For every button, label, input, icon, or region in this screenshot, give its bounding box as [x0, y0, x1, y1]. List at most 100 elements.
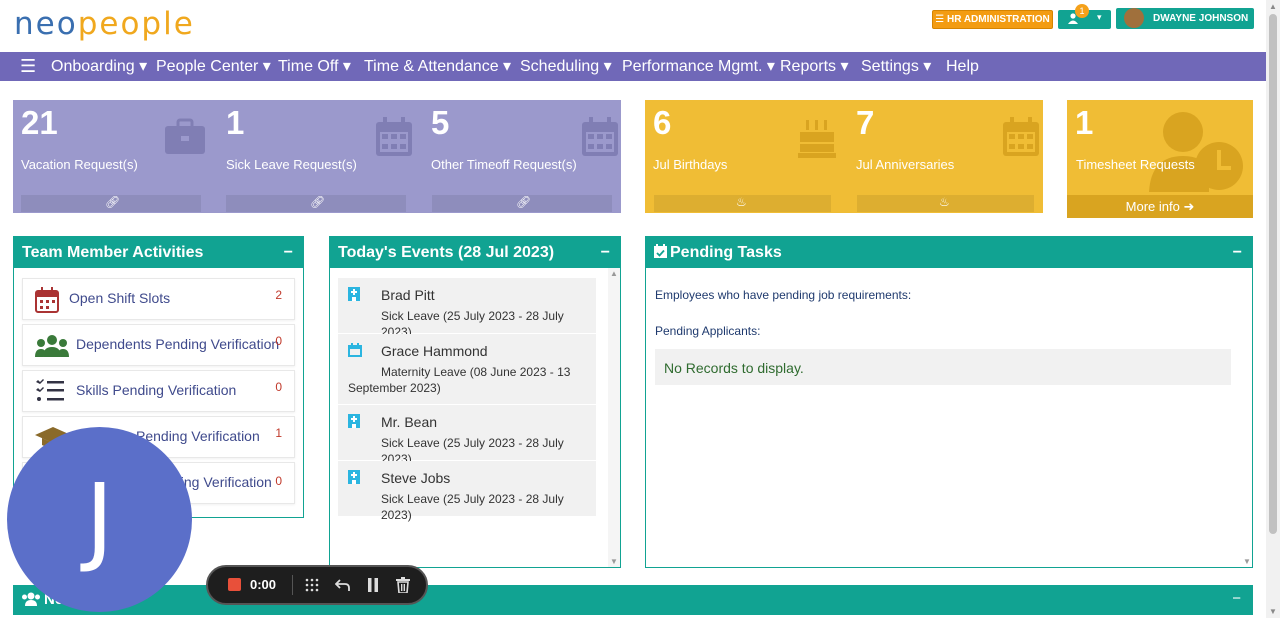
event-name: Steve Jobs — [381, 470, 451, 486]
collapse-button[interactable]: − — [1233, 237, 1242, 268]
activity-count: 1 — [275, 426, 282, 440]
birthday-cake-icon — [797, 116, 837, 165]
divider — [292, 575, 293, 595]
calendar-icon — [580, 116, 620, 163]
sick-leave-stat[interactable]: 1 Sick Leave Request(s) 🔗︎ — [218, 100, 418, 213]
pending-job-requirements-label: Employees who have pending job requireme… — [655, 288, 912, 302]
event-item[interactable]: Grace Hammond Maternity Leave (08 June 2… — [338, 334, 596, 405]
sick-link-bar[interactable]: 🔗︎ — [226, 195, 406, 212]
grid-dots-icon[interactable] — [305, 578, 319, 597]
anniversaries-stat[interactable]: 7 Jul Anniversaries ♨ — [848, 100, 1043, 213]
anniversaries-bar[interactable]: ♨ — [857, 195, 1034, 212]
nav-reports[interactable]: Reports ▾ — [780, 52, 849, 81]
event-item[interactable]: Mr. Bean Sick Leave (25 July 2023 - 28 J… — [338, 405, 596, 466]
pending-tasks-panel: Pending Tasks − Employees who have pendi… — [645, 236, 1253, 568]
pause-icon[interactable] — [367, 578, 379, 597]
activity-label: Dependents Pending Verification — [76, 336, 280, 352]
collapse-button[interactable]: − — [601, 237, 610, 268]
panel-header: Team Member Activities − — [14, 237, 303, 268]
link-icon: 🔗︎ — [310, 195, 326, 209]
sick-count: 1 — [226, 104, 245, 141]
event-detail: Sick Leave (25 July 2023 - 28 July 2023) — [381, 492, 564, 522]
event-detail-cont: September 2023) — [348, 381, 441, 395]
event-item[interactable]: Steve Jobs Sick Leave (25 July 2023 - 28… — [338, 461, 596, 522]
todays-events-panel: Today's Events (28 Jul 2023) − ▲ ▼ Brad P… — [329, 236, 621, 568]
activity-label: ding Verification — [173, 474, 272, 490]
vacation-stat[interactable]: 21 Vacation Request(s) 🔗︎ — [13, 100, 213, 213]
no-records-message: No Records to display. — [655, 349, 1231, 385]
timesheet-count: 1 — [1075, 104, 1094, 141]
users-icon — [21, 592, 41, 611]
event-name: Brad Pitt — [381, 287, 435, 303]
brand-logo[interactable]: neopeople — [14, 6, 195, 42]
nav-time-attendance[interactable]: Time & Attendance ▾ — [364, 52, 511, 81]
nav-people-center[interactable]: People Center ▾ — [156, 52, 271, 81]
scroll-up-arrow-icon: ▲ — [1269, 2, 1277, 11]
sick-label: Sick Leave Request(s) — [226, 157, 357, 172]
notification-badge: 1 — [1075, 4, 1089, 18]
activity-label: Pending Verification — [136, 428, 260, 444]
scrollbar-thumb[interactable] — [1269, 14, 1277, 534]
more-info-link[interactable]: More info ➜ — [1067, 195, 1253, 218]
birthdays-bar[interactable]: ♨ — [654, 195, 831, 212]
top-header: neopeople ☰ HR ADMINISTRATION 1 ▾ DWAYNE… — [0, 0, 1266, 52]
collapse-button[interactable]: − — [1232, 590, 1241, 607]
calendar-icon — [348, 343, 362, 357]
pending-scrollbar[interactable]: ▼ — [1242, 268, 1252, 567]
other-timeoff-stat[interactable]: 5 Other Timeoff Request(s) 🔗︎ — [423, 100, 621, 213]
trash-icon[interactable] — [396, 577, 410, 598]
celebrations-card: 6 Jul Birthdays ♨ 7 Jul Anniversaries ♨ — [645, 100, 1043, 213]
panel-header: Pending Tasks − — [646, 237, 1252, 268]
birthdays-label: Jul Birthdays — [653, 157, 728, 172]
hospital-icon — [348, 470, 360, 484]
link-icon: 🔗︎ — [105, 195, 121, 209]
other-label: Other Timeoff Request(s) — [431, 157, 577, 172]
hamburger-menu-icon[interactable]: ☰ — [20, 52, 36, 81]
cake-small-icon: ♨ — [736, 195, 747, 209]
main-nav: ☰ Onboarding ▾ People Center ▾ Time Off … — [0, 52, 1266, 81]
nav-performance[interactable]: Performance Mgmt. ▾ — [622, 52, 775, 81]
event-item[interactable]: Brad Pitt Sick Leave (25 July 2023 - 28 … — [338, 278, 596, 339]
anniversaries-label: Jul Anniversaries — [856, 157, 955, 172]
birthdays-stat[interactable]: 6 Jul Birthdays ♨ — [645, 100, 841, 213]
hr-administration-button[interactable]: ☰ HR ADMINISTRATION — [932, 10, 1053, 29]
stop-record-button[interactable] — [228, 578, 241, 591]
list-item-skills[interactable]: Skills Pending Verification 0 — [22, 370, 295, 412]
nav-onboarding[interactable]: Onboarding ▾ — [51, 52, 147, 81]
scroll-down-arrow-icon: ▼ — [1243, 557, 1251, 566]
hospital-icon — [348, 287, 360, 301]
collapse-button[interactable]: − — [284, 237, 293, 268]
panel-title: Pending Tasks — [670, 244, 782, 261]
nav-scheduling[interactable]: Scheduling ▾ — [520, 52, 612, 81]
user-menu-button[interactable]: DWAYNE JOHNSON ▾ — [1116, 8, 1254, 45]
scroll-down-arrow-icon: ▼ — [610, 557, 618, 566]
list-item-open-shift[interactable]: Open Shift Slots 2 — [22, 278, 295, 320]
tasks-list-icon — [36, 379, 64, 408]
undo-icon[interactable] — [334, 578, 350, 597]
nav-time-off[interactable]: Time Off ▾ — [278, 52, 351, 81]
pending-applicants-label: Pending Applicants: — [655, 324, 761, 338]
timesheet-card[interactable]: 1 Timesheet Requests More info ➜ — [1067, 100, 1253, 218]
notifications-button[interactable]: 1 ▾ — [1058, 4, 1111, 29]
other-count: 5 — [431, 104, 450, 141]
activity-label: Skills Pending Verification — [76, 382, 237, 398]
activity-count: 0 — [275, 334, 282, 348]
other-link-bar[interactable]: 🔗︎ — [432, 195, 612, 212]
list-item-dependents[interactable]: Dependents Pending Verification 0 — [22, 324, 295, 366]
event-name: Grace Hammond — [381, 343, 488, 359]
panel-title: Today's Events (28 Jul 2023) — [338, 244, 555, 261]
nav-help[interactable]: Help — [946, 52, 979, 81]
activity-count: 0 — [275, 474, 282, 488]
event-detail: Maternity Leave (08 June 2023 - 13 — [381, 365, 571, 379]
vacation-link-bar[interactable]: 🔗︎ — [21, 195, 201, 212]
event-name: Mr. Bean — [381, 414, 438, 430]
hospital-icon — [348, 414, 360, 428]
timeoff-summary-card: 21 Vacation Request(s) 🔗︎ 1 Sick Leave R… — [13, 100, 621, 213]
chevron-down-icon: ▾ — [1097, 12, 1102, 22]
nav-settings[interactable]: Settings ▾ — [861, 52, 931, 81]
link-icon: 🔗︎ — [516, 195, 532, 209]
events-scrollbar[interactable]: ▲ ▼ — [608, 268, 620, 567]
briefcase-icon — [163, 118, 207, 161]
page-scrollbar[interactable]: ▲ ▼ — [1266, 0, 1280, 618]
calendar-icon — [35, 287, 59, 318]
